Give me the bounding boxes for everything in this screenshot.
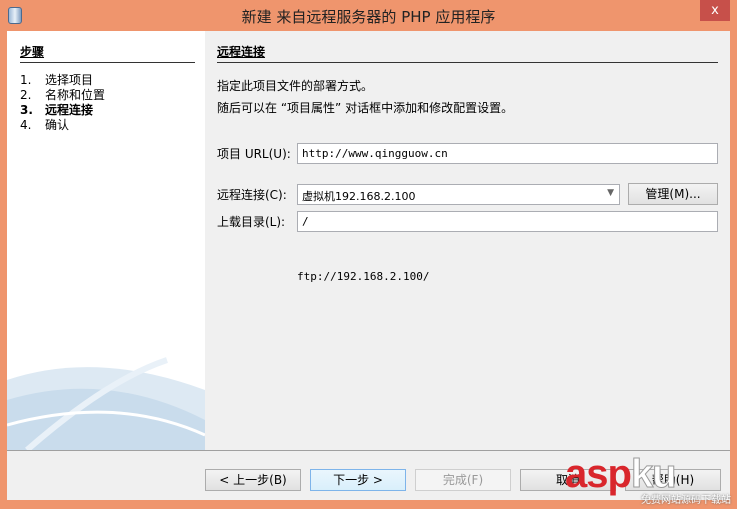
remote-connection-select[interactable]: 虚拟机192.168.2.100 ▼	[297, 183, 620, 205]
main-panel: 远程连接 指定此项目文件的部署方式。 随后可以在 “项目属性” 对话框中添加和修…	[217, 43, 718, 283]
step-item: 1. 选择项目	[20, 71, 105, 87]
step-number: 1.	[20, 73, 32, 87]
upload-row: 上载目录(L): /	[217, 211, 718, 232]
dialog-body: 步骤 1. 选择项目 2. 名称和位置 3. 远程连接 4. 确认 远程连接 指定此项目…	[7, 31, 730, 500]
url-label: 项目 URL(U):	[217, 147, 291, 161]
back-button[interactable]: < 上一步(B)	[205, 469, 301, 491]
panel-heading: 远程连接	[217, 43, 718, 63]
ftp-path: ftp://192.168.2.100/	[297, 270, 430, 283]
step-label: 确认	[45, 118, 70, 132]
description-line-1: 指定此项目文件的部署方式。	[217, 79, 374, 93]
project-url-input[interactable]: http://www.qingguow.cn	[297, 143, 718, 164]
step-item: 2. 名称和位置	[20, 86, 106, 102]
steps-panel: 步骤 1. 选择项目 2. 名称和位置 3. 远程连接 4. 确认	[7, 31, 205, 450]
upload-directory-input[interactable]: /	[297, 211, 718, 232]
title-bar: 新建 来自远程服务器的 PHP 应用程序 x	[0, 0, 737, 31]
connection-row: 远程连接(C): 虚拟机192.168.2.100 ▼ 管理(M)...	[217, 183, 718, 205]
divider	[7, 450, 730, 451]
step-label: 远程连接	[45, 103, 94, 117]
description-line-2: 随后可以在 “项目属性” 对话框中添加和修改配置设置。	[217, 101, 514, 115]
url-row: 项目 URL(U): http://www.qingguow.cn	[217, 143, 718, 164]
window-title: 新建 来自远程服务器的 PHP 应用程序	[241, 8, 496, 26]
step-label: 名称和位置	[45, 88, 106, 102]
manage-button[interactable]: 管理(M)...	[628, 183, 718, 205]
watermark-logo: aspku 免费网站源码下载站	[565, 452, 737, 509]
step-number: 4.	[20, 118, 32, 132]
step-number: 2.	[20, 88, 32, 102]
step-label: 选择项目	[45, 73, 94, 87]
watermark-subtitle: 免费网站源码下载站	[641, 495, 731, 506]
selected-connection: 虚拟机192.168.2.100	[302, 189, 416, 203]
steps-list: 1. 选择项目 2. 名称和位置 3. 远程连接 4. 确认	[20, 71, 106, 132]
decorative-swoosh	[7, 357, 205, 450]
finish-button[interactable]: 完成(F)	[415, 469, 511, 491]
upload-label: 上载目录(L):	[217, 215, 286, 229]
close-button[interactable]: x	[700, 0, 730, 21]
step-item-current: 3. 远程连接	[20, 101, 105, 117]
connection-label: 远程连接(C):	[217, 187, 287, 202]
chevron-down-icon: ▼	[607, 187, 614, 198]
step-item: 4. 确认	[20, 116, 105, 132]
next-button[interactable]: 下一步 >	[310, 469, 406, 491]
steps-heading: 步骤	[20, 43, 195, 63]
step-number: 3.	[20, 103, 33, 117]
